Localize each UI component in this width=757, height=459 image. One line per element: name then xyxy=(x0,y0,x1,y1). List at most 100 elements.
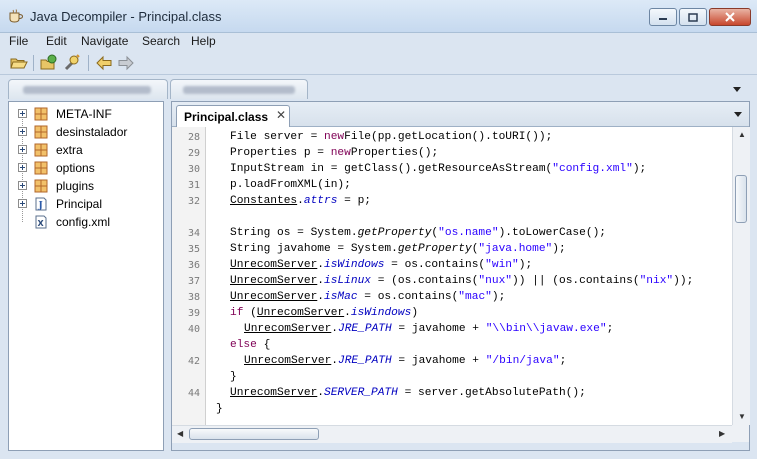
code-line: Properties p = newProperties(); xyxy=(230,147,439,159)
code-view[interactable]: 28 29 30 31 32 34 35 36 37 38 39 40 42 4… xyxy=(172,127,732,425)
line-number: 29 xyxy=(187,148,200,159)
editor-pane: Principal.class ✕ 28 29 30 31 32 34 35 3… xyxy=(171,101,750,451)
tree-item-label: plugins xyxy=(56,179,95,193)
expand-icon[interactable] xyxy=(18,109,27,118)
menu-file[interactable]: File xyxy=(9,34,28,48)
minimize-button[interactable] xyxy=(649,8,677,26)
code-line: } xyxy=(216,403,223,415)
line-number: 37 xyxy=(187,276,200,287)
line-number: 40 xyxy=(187,324,200,335)
code-line: UnrecomServer.SERVER_PATH = server.getAb… xyxy=(230,387,586,399)
open-type-icon[interactable] xyxy=(40,54,58,72)
line-number: 30 xyxy=(187,164,200,175)
svg-text:X: X xyxy=(38,219,45,228)
tab-file-1[interactable] xyxy=(8,79,168,99)
tree-item-label: extra xyxy=(56,143,83,157)
menu-edit[interactable]: Edit xyxy=(46,34,67,48)
xml-file-icon: X xyxy=(35,215,47,229)
menu-bar: File Edit Navigate Search Help xyxy=(0,33,757,52)
package-icon xyxy=(34,143,48,157)
code-line: String javahome = System.getProperty("ja… xyxy=(230,243,566,255)
scrollbar-corner xyxy=(732,425,749,442)
tree-item-config-xml[interactable]: X config.xml xyxy=(9,213,159,231)
line-number: 32 xyxy=(187,196,200,207)
close-tab-icon[interactable]: ✕ xyxy=(275,109,287,121)
expand-icon[interactable] xyxy=(18,181,27,190)
search-type-icon[interactable] xyxy=(63,54,81,72)
line-number: 31 xyxy=(187,180,200,191)
scroll-down-icon[interactable]: ▼ xyxy=(738,413,746,421)
tree-item-plugins[interactable]: plugins xyxy=(9,177,159,195)
menu-search[interactable]: Search xyxy=(142,34,180,48)
line-number: 28 xyxy=(187,132,200,143)
window-title: Java Decompiler - Principal.class xyxy=(30,9,222,24)
tab-file-2[interactable] xyxy=(170,79,308,99)
expand-icon[interactable] xyxy=(18,145,27,154)
code-line: UnrecomServer.JRE_PATH = javahome + "\\b… xyxy=(244,323,614,335)
package-icon xyxy=(34,179,48,193)
package-icon xyxy=(34,107,48,121)
scroll-right-icon[interactable]: ▶ xyxy=(719,430,725,438)
close-icon xyxy=(725,12,735,22)
editor-tab-label: Principal.class xyxy=(184,110,269,124)
vertical-scroll-thumb[interactable] xyxy=(735,175,747,223)
scroll-up-icon[interactable]: ▲ xyxy=(738,131,746,139)
expand-icon[interactable] xyxy=(18,127,27,136)
toolbar-separator xyxy=(88,55,89,71)
menu-help[interactable]: Help xyxy=(191,34,216,48)
horizontal-scrollbar[interactable]: ◀ ▶ xyxy=(172,425,732,443)
code-line: if (UnrecomServer.isWindows) xyxy=(230,307,419,319)
horizontal-scroll-thumb[interactable] xyxy=(189,428,319,440)
tree-item-label: options xyxy=(56,161,95,175)
tree-item-meta-inf[interactable]: META-INF xyxy=(9,105,159,123)
maximize-button[interactable] xyxy=(679,8,707,26)
code-line: else { xyxy=(230,339,271,351)
expand-icon[interactable] xyxy=(18,163,27,172)
line-number: 39 xyxy=(187,308,200,319)
code-line: String os = System.getProperty("os.name"… xyxy=(230,227,606,239)
tree-item-extra[interactable]: extra xyxy=(9,141,159,159)
code-line: UnrecomServer.JRE_PATH = javahome + "/bi… xyxy=(244,355,567,367)
code-line: } xyxy=(230,371,237,383)
title-bar: Java Decompiler - Principal.class xyxy=(0,0,757,33)
splitter[interactable] xyxy=(164,101,171,451)
line-number: 42 xyxy=(187,356,200,367)
tab-list-dropdown-icon[interactable] xyxy=(733,87,741,92)
tree-item-label: desinstalador xyxy=(56,125,128,139)
forward-icon[interactable] xyxy=(117,54,135,72)
tab-file-1-label xyxy=(23,86,151,94)
code-line: File server = newFile(pp.getLocation().t… xyxy=(230,131,553,143)
line-number-gutter: 28 29 30 31 32 34 35 36 37 38 39 40 42 4… xyxy=(172,127,206,425)
code-line: p.loadFromXML(in); xyxy=(230,179,351,191)
toolbar xyxy=(0,52,757,75)
menu-navigate[interactable]: Navigate xyxy=(81,34,128,48)
back-icon[interactable] xyxy=(95,54,113,72)
tree-item-desinstalador[interactable]: desinstalador xyxy=(9,123,159,141)
close-button[interactable] xyxy=(709,8,751,26)
tab-file-2-label xyxy=(183,86,295,94)
open-file-icon[interactable] xyxy=(10,54,28,72)
scroll-left-icon[interactable]: ◀ xyxy=(177,430,183,438)
tab-principal-class[interactable]: Principal.class ✕ xyxy=(176,105,290,127)
code-line: UnrecomServer.isWindows = os.contains("w… xyxy=(230,259,533,271)
vertical-scrollbar[interactable]: ▲ ▼ xyxy=(732,127,750,425)
tree-item-options[interactable]: options xyxy=(9,159,159,177)
code-line: Constantes.attrs = p; xyxy=(230,195,372,207)
code-line: UnrecomServer.isMac = os.contains("mac")… xyxy=(230,291,506,303)
tree-item-label: config.xml xyxy=(56,215,111,229)
coffee-cup-icon xyxy=(9,9,24,23)
package-icon xyxy=(34,125,48,139)
line-number: 44 xyxy=(187,388,200,399)
code-line: InputStream in = getClass().getResourceA… xyxy=(230,163,647,175)
tree-item-principal[interactable]: J Principal xyxy=(9,195,159,213)
java-file-icon: J xyxy=(35,197,47,211)
maximize-icon xyxy=(688,12,698,22)
line-number: 36 xyxy=(187,260,200,271)
editor-tab-strip: Principal.class ✕ xyxy=(172,102,749,127)
editor-tab-list-icon[interactable] xyxy=(734,112,742,117)
open-files-tab-strip xyxy=(0,77,757,99)
line-number: 35 xyxy=(187,244,200,255)
line-number: 38 xyxy=(187,292,200,303)
expand-icon[interactable] xyxy=(18,199,27,208)
code-line: UnrecomServer.isLinux = (os.contains("nu… xyxy=(230,275,694,287)
